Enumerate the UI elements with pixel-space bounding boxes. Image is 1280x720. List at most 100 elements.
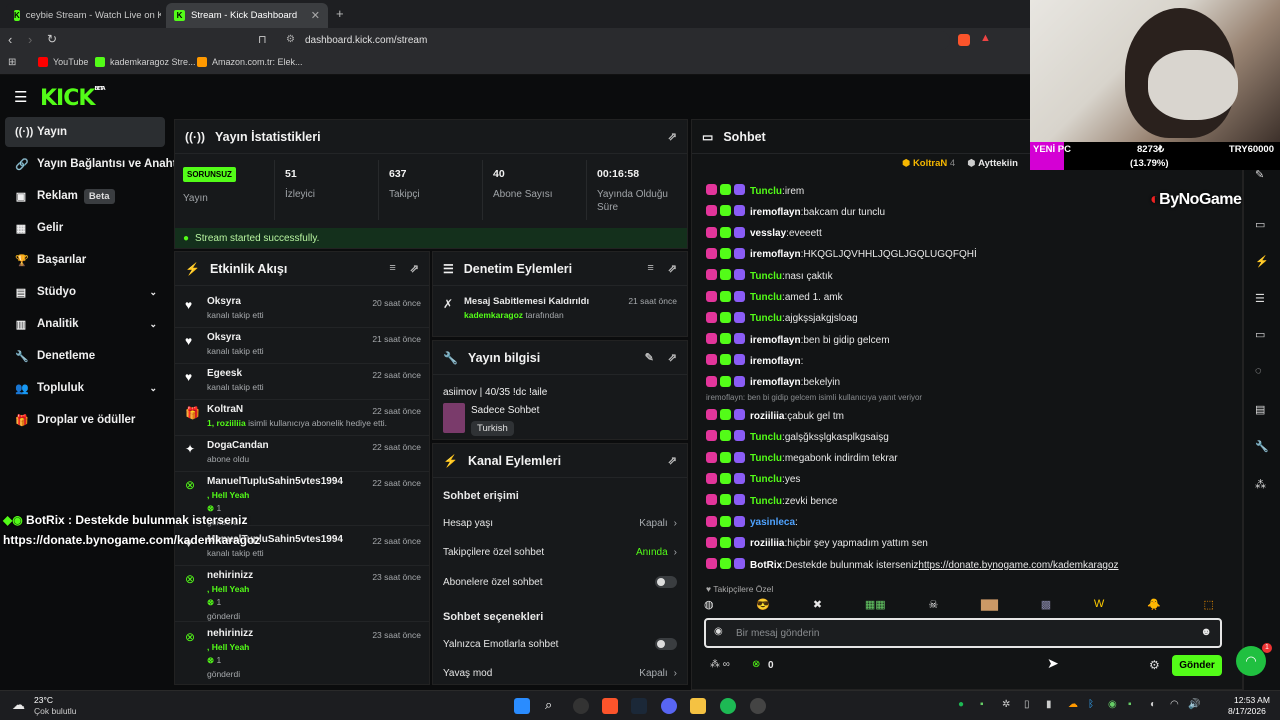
edit-icon[interactable]: ✎ xyxy=(645,351,654,364)
tray-app-icon[interactable]: ▮ xyxy=(1046,699,1052,710)
forward-icon[interactable]: › xyxy=(28,32,32,47)
apps-grid-icon[interactable]: ⊞ xyxy=(8,57,16,68)
windows-start-icon[interactable] xyxy=(514,698,530,714)
popout-icon[interactable]: ⇗ xyxy=(668,454,677,467)
emote-icon[interactable]: 😎 xyxy=(756,598,770,614)
close-tab-icon[interactable]: ✕ xyxy=(311,9,320,22)
layout-icon[interactable]: ▭ xyxy=(1255,218,1265,231)
emote-icon[interactable]: ⬚ xyxy=(1204,598,1214,614)
url-field[interactable]: ⚙ dashboard.kick.com/stream xyxy=(280,31,950,50)
sidebar-item-droplar[interactable]: 🎁 Droplar ve ödüller xyxy=(5,405,165,435)
menu-icon[interactable]: ☰ xyxy=(14,88,27,106)
moderation-icon[interactable]: ▤ xyxy=(1255,403,1265,416)
chat-input[interactable]: ◉ Bir mesaj gönderin ☻ xyxy=(704,618,1222,648)
file-explorer-icon[interactable] xyxy=(690,698,706,714)
setting-slow-mode[interactable]: Yavaş mod Kapalı › xyxy=(443,668,677,679)
bookmark-amazon[interactable]: Amazon.com.tr: Elek... xyxy=(197,57,303,67)
emote-only-toggle[interactable] xyxy=(655,638,677,650)
reload-icon[interactable]: ↻ xyxy=(47,32,57,46)
tray-app-icon[interactable]: ✲ xyxy=(1002,699,1010,710)
chat-username[interactable]: iremoflayn xyxy=(750,207,801,218)
tray-app-icon[interactable]: ▪ xyxy=(980,699,984,710)
chat-username[interactable]: Tunclu xyxy=(750,432,782,443)
wifi-icon[interactable]: ◠ xyxy=(1170,699,1179,710)
sidebar-item-stream-key[interactable]: 🔗 Yayın Bağlantısı ve Anahtar xyxy=(5,149,175,179)
chat-username[interactable]: BotRix xyxy=(750,560,782,571)
emote-icon[interactable]: ▦▦ xyxy=(865,598,886,614)
tray-app-icon[interactable]: ▯ xyxy=(1024,699,1030,710)
chat-username[interactable]: Tunclu xyxy=(750,453,782,464)
brave-rewards-icon[interactable]: ▲ xyxy=(980,32,991,44)
search-icon[interactable]: ⌕ xyxy=(545,697,552,713)
tag-chip[interactable]: Turkish xyxy=(471,421,514,436)
emote-icon[interactable]: 🐥 xyxy=(1147,598,1161,614)
list-icon[interactable]: ☰ xyxy=(1255,292,1265,305)
chat-username[interactable]: yasinleca xyxy=(750,517,795,528)
filter-icon[interactable]: ≡ xyxy=(647,262,653,275)
obs-icon[interactable] xyxy=(750,698,766,714)
emote-icon[interactable]: ◍ xyxy=(704,598,714,614)
bolt-icon[interactable]: ⚡ xyxy=(1255,255,1269,268)
setting-account-age[interactable]: Hesap yaşı Kapalı › xyxy=(443,518,677,529)
support-chat-button[interactable]: ◠ xyxy=(1236,646,1266,676)
tab-kick-dashboard[interactable]: K Stream - Kick Dashboard ✕ xyxy=(166,3,328,28)
sidebar-item-yayin[interactable]: ((·)) Yayın xyxy=(5,117,165,147)
community-icon[interactable]: ⁂ xyxy=(1255,478,1266,491)
chat-username[interactable]: iremoflayn xyxy=(750,335,801,346)
setting-followers-only[interactable]: Takipçilere özel sohbet Anında › xyxy=(443,547,677,558)
discord-icon[interactable] xyxy=(661,698,677,714)
signal-icon[interactable]: ◌ xyxy=(1255,365,1262,377)
filter-icon[interactable]: ≡ xyxy=(389,262,395,275)
reply-icon[interactable]: ◉ xyxy=(714,626,723,637)
wrench-icon[interactable]: 🔧 xyxy=(1255,440,1269,453)
sidebar-item-reklam[interactable]: ▣ Reklam Beta xyxy=(5,181,165,211)
chat-username[interactable]: Tunclu xyxy=(750,313,782,324)
sidebar-item-topluluk[interactable]: 👥 Topluluk ⌄ xyxy=(5,373,165,403)
steam-icon[interactable] xyxy=(631,698,647,714)
back-icon[interactable]: ‹ xyxy=(8,32,12,47)
chat-username[interactable]: Tunclu xyxy=(750,496,782,507)
chat-username[interactable]: iremoflayn xyxy=(750,249,801,260)
emote-icon[interactable]: ▇▇ xyxy=(981,598,998,614)
emote-icon[interactable]: ▩ xyxy=(1041,598,1051,614)
chat-icon[interactable]: ▭ xyxy=(1255,328,1265,341)
tray-app-icon[interactable]: ◉ xyxy=(1108,699,1117,710)
tray-app-icon[interactable]: ▪ xyxy=(1128,699,1132,710)
emoji-icon[interactable]: ☻ xyxy=(1200,626,1212,638)
sidebar-item-denetleme[interactable]: 🔧 Denetleme xyxy=(5,341,165,371)
sidebar-item-basarilar[interactable]: 🏆 Başarılar xyxy=(5,245,165,275)
chat-username[interactable]: vesslay xyxy=(750,228,786,239)
chat-username[interactable]: Tunclu xyxy=(750,186,782,197)
brave-icon[interactable] xyxy=(602,698,618,714)
popout-icon[interactable]: ⇗ xyxy=(668,262,677,275)
chat-username[interactable]: Tunclu xyxy=(750,474,782,485)
brave-shield-icon[interactable] xyxy=(958,34,970,46)
emote-icon[interactable]: ✖ xyxy=(813,598,822,614)
bookmark-youtube[interactable]: YouTube xyxy=(38,57,88,67)
popout-icon[interactable]: ⇗ xyxy=(410,262,419,275)
taskview-icon[interactable] xyxy=(573,698,589,714)
send-button[interactable]: Gönder xyxy=(1172,655,1222,676)
subs-only-toggle[interactable] xyxy=(655,576,677,588)
sidebar-item-gelir[interactable]: ▦ Gelir xyxy=(5,213,165,243)
tray-spotify-icon[interactable]: ● xyxy=(958,699,964,710)
bluetooth-icon[interactable]: ᛒ xyxy=(1088,699,1094,710)
chat-username[interactable]: Tunclu xyxy=(750,271,782,282)
tray-steam-icon[interactable]: ◐ xyxy=(1150,699,1156,710)
chat-username[interactable]: roziiliia xyxy=(750,538,784,549)
volume-icon[interactable]: 🔊 xyxy=(1188,699,1200,710)
popout-icon[interactable]: ⇗ xyxy=(668,351,677,364)
popout-icon[interactable]: ⇗ xyxy=(668,130,677,143)
emote-icon[interactable]: ☠ xyxy=(928,598,938,614)
sidebar-item-analitik[interactable]: ▥ Analitik ⌄ xyxy=(5,309,165,339)
site-info-icon[interactable]: ⚙ xyxy=(286,34,295,45)
spotify-icon[interactable] xyxy=(720,698,736,714)
emote-icon[interactable]: W xyxy=(1094,598,1104,614)
chat-username[interactable]: roziiliia xyxy=(750,411,784,422)
tab-ceybie[interactable]: K ceybie Stream - Watch Live on Ki xyxy=(6,3,161,28)
chat-link[interactable]: https://donate.bynogame.com/kademkaragoz xyxy=(918,560,1118,571)
settings-gear-icon[interactable]: ⚙ xyxy=(1149,658,1160,672)
bookmark-kademkaragoz[interactable]: kademkaragoz Stre... xyxy=(95,57,196,67)
new-tab-icon[interactable]: + xyxy=(336,6,344,21)
chat-username[interactable]: Tunclu xyxy=(750,292,782,303)
